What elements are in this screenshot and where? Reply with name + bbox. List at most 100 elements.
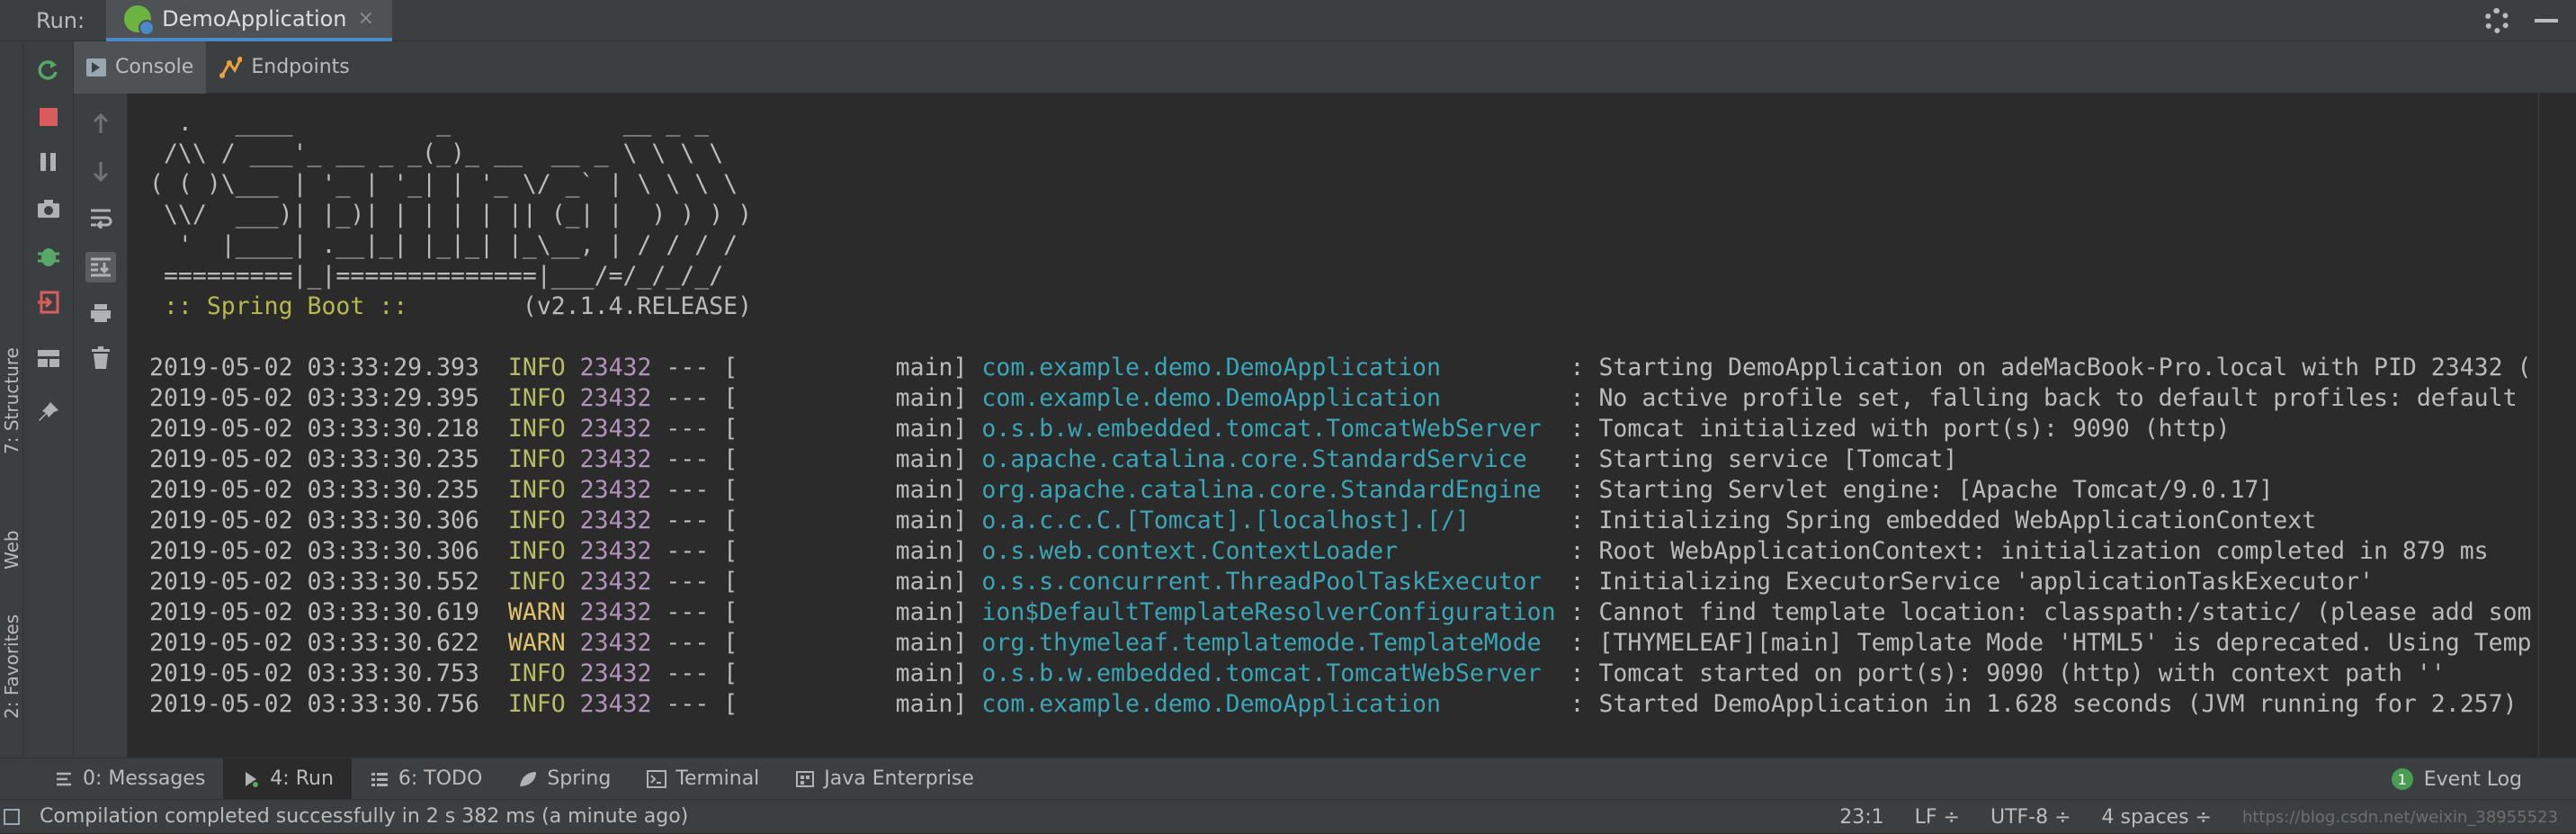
log-logger[interactable]: org.thymeleaf.templatemode.TemplateMode xyxy=(981,629,1555,657)
log-logger[interactable]: o.s.s.concurrent.ThreadPoolTaskExecutor xyxy=(981,568,1555,596)
run-action-bar xyxy=(23,41,74,758)
log-pid: 23432 xyxy=(579,476,652,504)
arrow-down-icon xyxy=(93,162,109,182)
status-message[interactable]: Compilation completed successfully in 2 … xyxy=(40,805,688,828)
status-widgets: 23:1 LF ÷ UTF-8 ÷ 4 spaces ÷ https://blo… xyxy=(1839,800,2558,834)
minimize-icon[interactable] xyxy=(2535,19,2558,22)
event-log-badge: 1 xyxy=(2391,768,2413,790)
todo-icon xyxy=(370,770,389,788)
tab-run-label: 4: Run xyxy=(270,767,334,790)
log-logger[interactable]: org.apache.catalina.core.StandardEngine xyxy=(981,476,1555,504)
exit-button[interactable] xyxy=(36,290,61,315)
log-logger[interactable]: o.s.b.w.embedded.tomcat.TomcatWebServer xyxy=(981,659,1555,687)
log-line: 2019-05-02 03:33:30.235 INFO 23432 --- [… xyxy=(149,444,2538,475)
log-logger[interactable]: o.s.b.w.embedded.tomcat.TomcatWebServer xyxy=(981,415,1555,443)
run-toolwindow-header: Run: DemoApplication × xyxy=(0,0,2576,41)
tab-console[interactable]: Console xyxy=(74,40,207,94)
scroll-down-button[interactable] xyxy=(88,158,113,184)
tab-terminal[interactable]: Terminal xyxy=(629,758,777,800)
scroll-up-button[interactable] xyxy=(88,112,113,137)
print-icon xyxy=(91,304,111,322)
run-label: Run: xyxy=(36,7,85,33)
banner-line: \\/ ___)| |_)| | | | | || (_| | ) ) ) ) xyxy=(149,201,753,229)
log-pid: 23432 xyxy=(579,415,652,443)
tab-java-enterprise[interactable]: Java Enterprise xyxy=(777,758,992,800)
debug-button[interactable] xyxy=(36,243,61,268)
log-message: : Initializing Spring embedded WebApplic… xyxy=(1555,507,2317,534)
toggle-tool-windows-icon[interactable] xyxy=(4,808,20,825)
print-button[interactable] xyxy=(88,300,113,326)
tab-demo-application[interactable]: DemoApplication × xyxy=(106,0,392,41)
log-line: 2019-05-02 03:33:30.218 INFO 23432 --- [… xyxy=(149,414,2538,444)
indent-setting[interactable]: 4 spaces ÷ xyxy=(2102,806,2212,829)
log-thread: --- [ main] xyxy=(651,568,982,596)
log-logger[interactable]: ion$DefaultTemplateResolverConfiguration xyxy=(981,598,1555,626)
pin-icon xyxy=(39,402,58,421)
dump-threads-button[interactable] xyxy=(36,196,61,221)
log-logger[interactable]: com.example.demo.DemoApplication xyxy=(981,354,1555,381)
camera-icon xyxy=(38,200,59,218)
log-message: : Started DemoApplication in 1.628 secon… xyxy=(1555,690,2518,718)
layout-button[interactable] xyxy=(36,345,61,371)
log-timestamp: 2019-05-02 03:33:30.306 xyxy=(149,537,479,565)
soft-wrap-icon xyxy=(91,209,112,229)
banner-line: /\\ / ___'_ __ _ _(_)_ __ __ _ \ \ \ \ xyxy=(149,139,724,167)
line-separator[interactable]: LF ÷ xyxy=(1915,806,1960,829)
log-logger[interactable]: com.example.demo.DemoApplication xyxy=(981,690,1555,718)
bottom-tool-tabs: 0: Messages 4: Run 6: TODO Spring Termin… xyxy=(0,758,2576,800)
scroll-to-end-button[interactable] xyxy=(85,252,116,282)
caret-position[interactable]: 23:1 xyxy=(1839,806,1883,829)
log-level: INFO xyxy=(507,476,566,504)
console-side-toolbar xyxy=(74,94,128,758)
tab-web[interactable]: Web xyxy=(0,509,23,590)
tab-structure[interactable]: 7: Structure xyxy=(0,311,23,491)
tab-endpoints-label: Endpoints xyxy=(251,56,350,78)
tab-run[interactable]: 4: Run xyxy=(223,758,352,800)
tab-messages[interactable]: 0: Messages xyxy=(36,758,223,800)
close-icon[interactable]: × xyxy=(358,7,374,30)
log-message: : Starting DemoApplication on adeMacBook… xyxy=(1555,354,2532,381)
tab-spring[interactable]: Spring xyxy=(500,758,629,800)
status-bar: Compilation completed successfully in 2 … xyxy=(0,799,2576,833)
log-pid: 23432 xyxy=(579,445,652,473)
spring-boot-icon xyxy=(124,4,156,36)
log-logger[interactable]: o.a.c.c.C.[Tomcat].[localhost].[/] xyxy=(981,507,1555,534)
log-level: WARN xyxy=(507,629,566,657)
tab-event-log-label: Event Log xyxy=(2423,767,2522,791)
soft-wrap-button[interactable] xyxy=(88,205,113,230)
pause-button[interactable] xyxy=(36,149,61,175)
console-scrollbar[interactable] xyxy=(2538,94,2576,758)
tab-favorites[interactable]: 2: Favorites xyxy=(0,599,23,734)
tab-endpoints[interactable]: Endpoints xyxy=(206,41,362,94)
log-timestamp: 2019-05-02 03:33:30.235 xyxy=(149,445,479,473)
gear-icon[interactable] xyxy=(2484,8,2509,33)
tab-structure-label: 7: Structure xyxy=(1,347,22,455)
log-level: INFO xyxy=(507,384,566,412)
log-level: INFO xyxy=(507,445,566,473)
log-pid: 23432 xyxy=(579,354,652,381)
log-level: INFO xyxy=(507,354,566,381)
log-level: INFO xyxy=(507,568,566,596)
log-pid: 23432 xyxy=(579,598,652,626)
log-timestamp: 2019-05-02 03:33:30.235 xyxy=(149,476,479,504)
tab-todo[interactable]: 6: TODO xyxy=(352,758,500,800)
log-message: : Root WebApplicationContext: initializa… xyxy=(1555,537,2489,565)
tab-event-log[interactable]: 1 Event Log xyxy=(2391,758,2522,800)
file-encoding[interactable]: UTF-8 ÷ xyxy=(1990,806,2071,829)
tab-terminal-label: Terminal xyxy=(675,767,760,790)
log-logger[interactable]: o.apache.catalina.core.StandardService xyxy=(981,445,1555,473)
log-level: INFO xyxy=(507,537,566,565)
spring-boot-version: (v2.1.4.RELEASE) xyxy=(422,292,753,320)
watermark-text: https://blog.csdn.net/weixin_38955523 xyxy=(2241,807,2558,827)
log-pid: 23432 xyxy=(579,659,652,687)
scroll-to-end-icon xyxy=(91,257,111,277)
rerun-button[interactable] xyxy=(36,58,61,83)
console-output[interactable]: . ____ _ __ _ _ /\\ / ___'_ __ _ _(_)_ _… xyxy=(128,94,2538,758)
log-timestamp: 2019-05-02 03:33:30.552 xyxy=(149,568,479,596)
pin-button[interactable] xyxy=(36,399,61,425)
log-logger[interactable]: o.s.web.context.ContextLoader xyxy=(981,537,1555,565)
stop-button[interactable] xyxy=(36,104,61,130)
clear-all-button[interactable] xyxy=(88,345,113,371)
log-level: INFO xyxy=(507,507,566,534)
log-logger[interactable]: com.example.demo.DemoApplication xyxy=(981,384,1555,412)
